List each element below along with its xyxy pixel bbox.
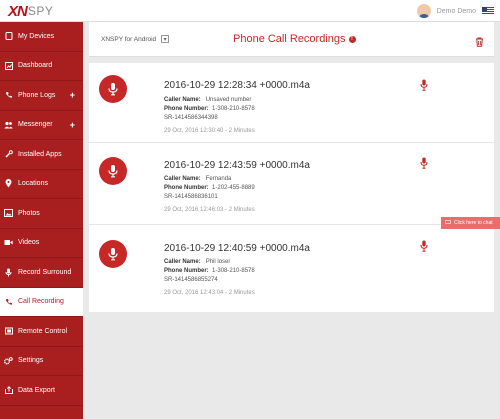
info-icon[interactable]: ! — [348, 35, 356, 43]
recording-date: 29 Oct, 2016 12:43:04 - 2 Minutes — [164, 290, 255, 296]
expand-plus-icon[interactable]: + — [70, 120, 75, 130]
avatar[interactable] — [416, 4, 431, 18]
sidebar-item-remote-control[interactable]: Remote Control — [0, 317, 83, 347]
sidebar-item-label: Settings — [18, 357, 44, 365]
sidebar-item-locations[interactable]: Locations — [0, 170, 83, 199]
phone-number-label: Phone Number: — [164, 268, 209, 274]
caller-name-label: Caller Name: — [164, 97, 201, 103]
microphone-badge-icon — [99, 157, 127, 185]
sidebar-item-label: Record Surround — [18, 268, 72, 276]
trash-icon[interactable] — [475, 34, 484, 47]
call-icon — [4, 297, 13, 306]
phone-number-row: Phone Number: 1-202-455-8889 — [164, 185, 255, 191]
sidebar-item-my-devices[interactable]: My Devices — [0, 22, 83, 52]
top-bar: XN SPY Demo Demo — [0, 0, 500, 22]
caller-name-row: Caller Name: Fernanda — [164, 176, 231, 182]
sr-number: SR-1414586855274 — [164, 277, 218, 283]
logo-text: SPY — [27, 4, 54, 18]
logo-mark: XN — [8, 2, 28, 20]
remote-icon — [4, 327, 13, 336]
image-icon — [4, 209, 13, 218]
microphone-badge-icon — [99, 75, 127, 103]
sidebar-item-label: Photos — [18, 209, 40, 217]
tablet-icon — [4, 32, 13, 41]
phone-icon — [4, 91, 13, 100]
device-select-value: XNSPY for Android — [101, 35, 157, 43]
expand-plus-icon[interactable]: + — [70, 90, 75, 100]
recording-item: 2016-10-29 12:28:34 +0000.m4a Caller Nam… — [89, 63, 494, 143]
sidebar-item-label: Phone Logs — [18, 91, 56, 99]
caller-name: Fernanda — [205, 176, 232, 182]
recording-date: 29 Oct, 2016 12:46:03 - 2 Minutes — [164, 207, 255, 213]
chevron-down-icon[interactable]: ▾ — [161, 35, 170, 43]
user-menu[interactable]: Demo Demo — [416, 2, 494, 20]
video-camera-icon — [4, 238, 13, 247]
device-select[interactable]: XNSPY for Android ▾ — [101, 35, 170, 43]
chat-tab-label: Click here to chat — [454, 220, 493, 226]
phone-number: 1-202-455-8889 — [212, 185, 255, 191]
sidebar-item-label: Installed Apps — [18, 150, 62, 158]
wrench-icon — [4, 150, 13, 159]
caller-name-row: Caller Name: Phil loser — [164, 259, 230, 265]
phone-number: 1-308-210-8578 — [212, 106, 255, 112]
caller-name-row: Caller Name: Unsaved number — [164, 97, 251, 103]
sidebar-item-label: Videos — [18, 239, 40, 247]
microphone-icon — [4, 268, 13, 277]
map-marker-icon — [4, 179, 13, 188]
play-microphone-icon[interactable] — [420, 239, 428, 252]
caller-name: Phil loser — [205, 259, 231, 265]
dashboard-icon — [4, 61, 13, 70]
caller-name-label: Caller Name: — [164, 176, 201, 182]
page-title: Phone Call Recordings ! — [233, 33, 356, 45]
sidebar-item-call-recording[interactable]: Call Recording — [0, 287, 83, 317]
recordings-list: 2016-10-29 12:28:34 +0000.m4a Caller Nam… — [89, 63, 494, 312]
sidebar-item-photos[interactable]: Photos — [0, 199, 83, 229]
sr-number: SR-1414586344398 — [164, 115, 218, 121]
play-microphone-icon[interactable] — [420, 78, 428, 91]
users-icon — [4, 120, 13, 129]
gears-icon — [4, 356, 13, 365]
phone-number-row: Phone Number: 1-308-210-8578 — [164, 106, 255, 112]
chat-icon — [445, 219, 452, 227]
sidebar-item-label: Remote Control — [18, 327, 68, 335]
sidebar-item-videos[interactable]: Videos — [0, 229, 83, 258]
sidebar-item-messenger[interactable]: Messenger + — [0, 111, 83, 140]
content-header: XNSPY for Android ▾ Phone Call Recording… — [89, 22, 494, 57]
sidebar-item-label: Data Export — [18, 386, 55, 394]
sidebar-item-installed-apps[interactable]: Installed Apps — [0, 140, 83, 170]
sidebar-item-data-export[interactable]: Data Export — [0, 376, 83, 406]
chat-tab[interactable]: Click here to chat — [441, 217, 500, 229]
sidebar-item-label: Call Recording — [18, 298, 64, 306]
recording-filename[interactable]: 2016-10-29 12:28:34 +0000.m4a — [164, 80, 310, 91]
us-flag-icon[interactable] — [482, 7, 494, 15]
recording-date: 29 Oct, 2016 12:30:40 - 2 Minutes — [164, 128, 255, 134]
page-title-text: Phone Call Recordings — [233, 33, 346, 45]
microphone-badge-icon — [99, 240, 127, 268]
sidebar-item-phone-logs[interactable]: Phone Logs + — [0, 81, 83, 111]
sidebar: My Devices Dashboard Phone Logs + Messen… — [0, 22, 83, 419]
sidebar-item-label: Dashboard — [18, 62, 53, 70]
phone-number-label: Phone Number: — [164, 185, 209, 191]
recording-filename[interactable]: 2016-10-29 12:40:59 +0000.m4a — [164, 243, 310, 254]
phone-number-row: Phone Number: 1-308-210-8578 — [164, 268, 255, 274]
recording-item: 2016-10-29 12:40:59 +0000.m4a Caller Nam… — [89, 228, 494, 312]
user-name[interactable]: Demo Demo — [437, 8, 476, 15]
recording-filename[interactable]: 2016-10-29 12:43:59 +0000.m4a — [164, 160, 310, 171]
sidebar-item-settings[interactable]: Settings — [0, 347, 83, 376]
caller-name: Unsaved number — [205, 97, 252, 103]
recording-item: 2016-10-29 12:43:59 +0000.m4a Caller Nam… — [89, 145, 494, 225]
play-microphone-icon[interactable] — [420, 156, 428, 169]
phone-number-label: Phone Number: — [164, 106, 209, 112]
export-icon — [4, 386, 13, 395]
phone-number: 1-308-210-8578 — [212, 268, 255, 274]
caller-name-label: Caller Name: — [164, 259, 201, 265]
sidebar-item-record-surround[interactable]: Record Surround — [0, 258, 83, 288]
sidebar-item-label: Messenger — [18, 121, 53, 129]
sidebar-item-label: My Devices — [18, 32, 55, 40]
sr-number: SR-1414586836101 — [164, 194, 218, 200]
sidebar-item-dashboard[interactable]: Dashboard — [0, 52, 83, 81]
xnspy-logo[interactable]: XN SPY — [8, 2, 54, 20]
sidebar-item-label: Locations — [18, 180, 48, 188]
